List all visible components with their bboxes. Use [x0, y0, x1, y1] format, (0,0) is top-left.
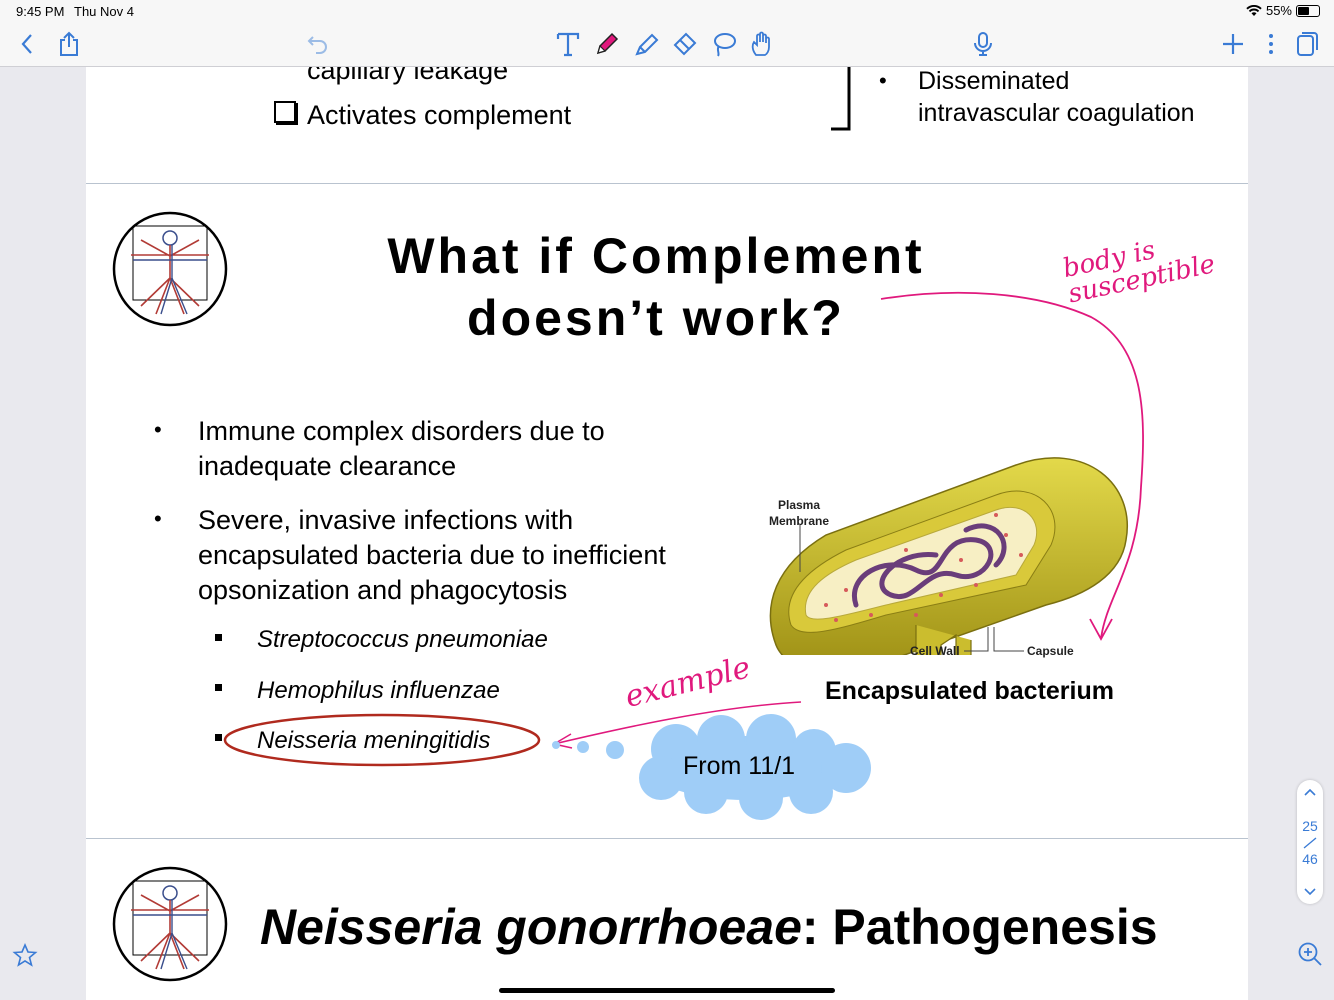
plasma-membrane-pointer — [799, 524, 801, 572]
sub-bullet-marker — [215, 734, 222, 741]
sub-bullet-marker — [215, 684, 222, 691]
favorite-star-icon[interactable] — [12, 942, 38, 973]
page-slash-icon — [1303, 837, 1317, 849]
document-page[interactable]: capillary leakage Activates complement •… — [86, 67, 1248, 1000]
sub-bullet-2: Hemophilus influenzae — [257, 677, 500, 704]
bacterium-illustration — [769, 457, 1128, 655]
bullet-2-line1: Severe, invasive infections with — [198, 505, 574, 535]
home-indicator[interactable] — [499, 988, 835, 993]
lasso-tool-icon[interactable] — [709, 30, 739, 58]
more-icon[interactable] — [1256, 30, 1286, 58]
status-date: Thu Nov 4 — [74, 4, 134, 19]
slide-divider — [86, 838, 1248, 839]
next-slide-title: Neisseria gonorrhoeae: Pathogenesis — [260, 898, 1158, 956]
battery-icon — [1296, 4, 1320, 17]
hand-tool-icon[interactable] — [747, 30, 777, 58]
highlighter-tool-icon[interactable] — [632, 30, 662, 58]
pages-icon[interactable] — [1292, 30, 1322, 58]
status-bar: 9:45 PM Thu Nov 4 55% — [0, 0, 1334, 22]
bullet-2: Severe, invasive infections with encapsu… — [198, 503, 666, 608]
bullet-dot: • — [879, 68, 887, 93]
prev-right-line1: Disseminated — [918, 67, 1070, 95]
figure-caption: Encapsulated bacterium — [825, 677, 1114, 705]
vitruvian-logo-icon — [112, 866, 228, 982]
plasma-membrane-label: Plasma Membrane — [769, 497, 829, 529]
page-navigator[interactable]: 25 46 — [1297, 780, 1323, 904]
page-current: 25 — [1302, 818, 1318, 834]
bracket-icon — [831, 67, 851, 131]
vitruvian-logo-icon — [112, 211, 228, 327]
figure-leader-lines — [964, 627, 1024, 652]
wifi-icon — [1246, 4, 1262, 16]
prev-right-line2: intravascular coagulation — [918, 99, 1195, 127]
back-chevron-icon[interactable] — [12, 30, 42, 58]
red-circle-annotation — [223, 713, 541, 767]
text-tool-icon[interactable] — [553, 30, 583, 58]
plasma-label-line1: Plasma — [778, 498, 821, 512]
bullet-dot: • — [154, 506, 162, 531]
thought-bubble-text: From 11/1 — [683, 752, 796, 780]
next-title-rest: : Pathogenesis — [801, 899, 1158, 955]
next-title-italic: Neisseria gonorrhoeae — [260, 899, 802, 955]
status-right: 55% — [1246, 3, 1320, 18]
battery-percent: 55% — [1265, 3, 1292, 18]
eraser-tool-icon[interactable] — [670, 30, 700, 58]
status-time: 9:45 PM — [16, 4, 65, 19]
share-icon[interactable] — [54, 30, 84, 58]
page-total: 46 — [1302, 851, 1318, 867]
plasma-label-line2: Membrane — [769, 514, 830, 528]
prev-slide-line2: Activates complement — [307, 100, 572, 130]
pen-tool-icon[interactable] — [592, 30, 622, 58]
page-down-icon[interactable] — [1297, 884, 1323, 900]
bullet-1: Immune complex disorders due to inadequa… — [198, 414, 605, 484]
sub-bullet-1: Streptococcus pneumoniae — [257, 626, 548, 653]
bullet-2-line3: opsonization and phagocytosis — [198, 575, 568, 605]
bullet-2-line2: encapsulated bacteria due to inefficient — [198, 540, 666, 570]
checkbox-icon — [274, 101, 296, 123]
bullet-1-line2: inadequate clearance — [198, 451, 457, 481]
bullet-dot: • — [154, 417, 162, 442]
toolbar — [0, 22, 1334, 67]
sub-bullet-marker — [215, 634, 222, 641]
zoom-icon[interactable] — [1296, 940, 1324, 973]
cell-wall-label: Cell Wall — [910, 644, 960, 658]
slide-divider — [86, 183, 1248, 184]
prev-slide-right-bullet: Disseminated intravascular coagulation — [918, 67, 1195, 129]
microphone-icon[interactable] — [968, 30, 998, 58]
undo-icon[interactable] — [303, 30, 333, 58]
add-page-icon[interactable] — [1218, 30, 1248, 58]
prev-slide-line1: capillary leakage — [307, 67, 509, 85]
page-up-icon[interactable] — [1297, 784, 1323, 800]
bullet-1-line1: Immune complex disorders due to — [198, 416, 605, 446]
capsule-label: Capsule — [1027, 644, 1074, 658]
